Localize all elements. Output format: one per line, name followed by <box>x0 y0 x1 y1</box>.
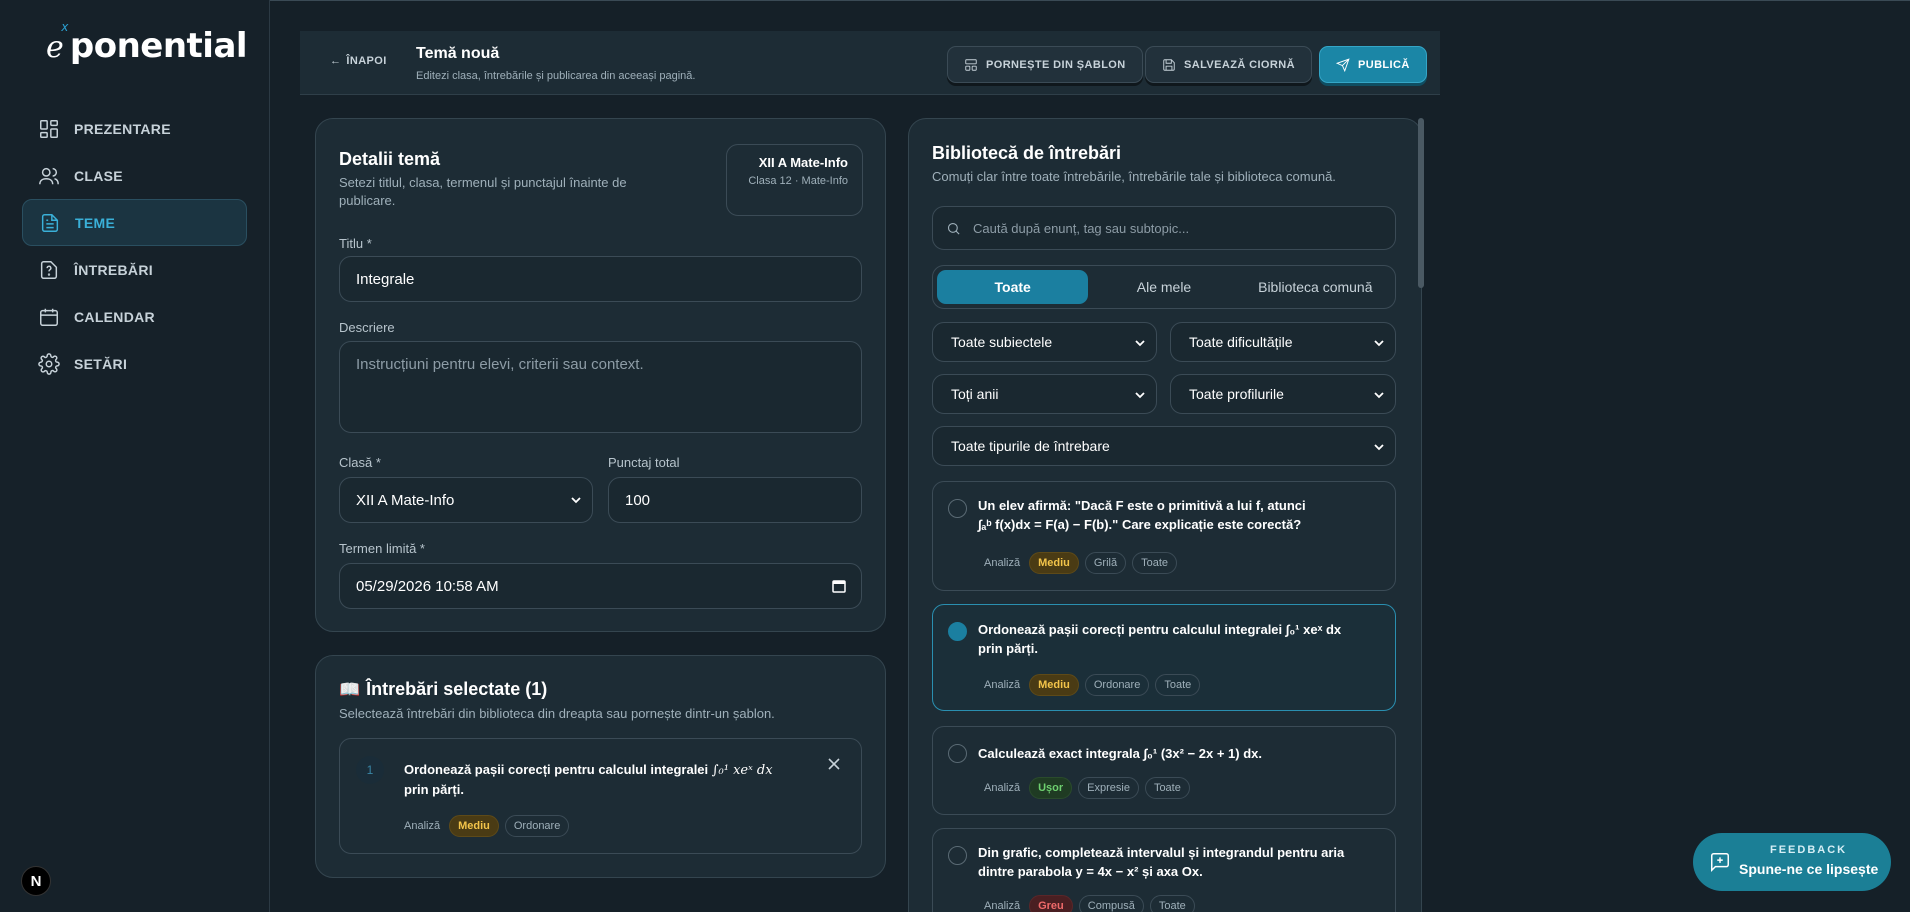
logo[interactable]: exponential <box>46 20 248 66</box>
selected-subtitle: Selectează întrebări din biblioteca din … <box>339 706 775 721</box>
question-tags: Analiză Ușor Expresie Toate <box>978 777 1190 799</box>
calendar-icon <box>40 308 58 326</box>
chevron-down-icon <box>1374 444 1384 451</box>
document-icon <box>41 213 59 232</box>
publish-button[interactable]: PUBLICĂ <box>1319 46 1427 83</box>
question-tags: Analiză Greu Compusă Toate <box>978 895 1195 912</box>
send-icon <box>1336 57 1350 72</box>
points-input[interactable]: 100 <box>608 477 862 523</box>
back-button[interactable]: ← ÎNAPOI <box>330 55 387 67</box>
select-radio[interactable] <box>948 846 967 865</box>
class-select[interactable]: XII A Mate-Info <box>339 477 593 523</box>
selected-questions-card: 📖 Întrebări selectate (1) Selectează înt… <box>315 655 886 878</box>
selected-question-item[interactable]: 1 Ordonează pașii corecți pentru calculu… <box>339 738 862 854</box>
question-text: Calculează exact integrala ∫₀¹ (3x² − 2x… <box>978 746 1262 761</box>
chevron-down-icon <box>1374 392 1384 399</box>
deadline-label: Termen limită * <box>339 541 425 556</box>
page-title: Temă nouă <box>416 45 500 62</box>
tab-toate[interactable]: Toate <box>937 270 1089 304</box>
profile-filter[interactable]: Toate profilurile <box>1170 374 1396 414</box>
library-search-input[interactable]: Caută după enunț, tag sau subtopic... <box>932 206 1396 250</box>
page-header: ← ÎNAPOI Temă nouă Editezi clasa, întreb… <box>300 31 1440 95</box>
calendar-icon[interactable] <box>831 578 847 594</box>
details-subtitle: Setezi titlul, clasa, termenul și puncta… <box>339 175 627 208</box>
question-type-filter[interactable]: Toate tipurile de întrebare <box>932 426 1396 466</box>
tab-biblioteca-comuna[interactable]: Biblioteca comună <box>1240 270 1391 304</box>
save-icon <box>1163 58 1175 71</box>
select-radio[interactable] <box>948 744 967 763</box>
question-text: Din grafic, completează intervalul și in… <box>978 845 1345 879</box>
sidebar-item-calendar[interactable]: CALENDAR <box>22 293 247 340</box>
top-border <box>0 0 1910 1</box>
subject-filter[interactable]: Toate subiectele <box>932 322 1157 362</box>
chevron-down-icon <box>571 497 581 504</box>
next-dev-badge[interactable]: N <box>21 866 51 896</box>
description-label: Descriere <box>339 320 395 335</box>
question-text: Ordonează pașii corecți pentru calculul … <box>978 622 1342 656</box>
select-radio[interactable] <box>948 499 967 518</box>
library-title: Bibliotecă de întrebări <box>932 143 1122 163</box>
selected-title: 📖 Întrebări selectate (1) <box>339 679 548 699</box>
chevron-down-icon <box>1135 340 1145 347</box>
library-question-item-selected[interactable]: Ordonează pașii corecți pentru calculul … <box>932 604 1396 711</box>
dashboard-icon <box>40 119 58 138</box>
difficulty-filter[interactable]: Toate dificultățile <box>1170 322 1396 362</box>
title-input[interactable]: Integrale <box>339 256 862 302</box>
feedback-button[interactable]: FEEDBACK Spune-ne ce lipsește <box>1693 833 1891 891</box>
sidebar-nav: PREZENTARE CLASE TEME ÎNTREBĂRI CALENDAR… <box>22 105 247 387</box>
library-question-item[interactable]: Din grafic, completează intervalul și in… <box>932 828 1396 912</box>
tab-ale-mele[interactable]: Ale mele <box>1088 270 1239 304</box>
gear-icon <box>38 352 60 375</box>
sidebar-item-intrebari[interactable]: ÎNTREBĂRI <box>22 246 247 293</box>
library-tabs: Toate Ale mele Biblioteca comună <box>932 265 1396 309</box>
chevron-down-icon <box>1135 392 1145 399</box>
chevron-down-icon <box>1374 340 1384 347</box>
library-subtitle: Comuți clar între toate întrebările, înt… <box>932 169 1336 184</box>
start-from-template-button[interactable]: PORNEȘTE DIN ȘABLON <box>947 46 1143 83</box>
class-label: Clasă * <box>339 455 381 470</box>
question-tags: Analiză Mediu Grilă Toate <box>978 552 1178 574</box>
assignment-details-card: Detalii temă Setezi titlul, clasa, terme… <box>315 118 886 632</box>
details-title: Detalii temă <box>339 149 441 169</box>
sidebar-item-teme[interactable]: TEME <box>22 199 247 246</box>
save-draft-button[interactable]: SALVEAZĂ CIORNĂ <box>1145 46 1312 83</box>
page-subtitle: Editezi clasa, întrebările și publicarea… <box>416 70 696 82</box>
template-icon <box>965 58 977 71</box>
select-radio[interactable] <box>948 622 967 641</box>
sidebar: exponential PREZENTARE CLASE TEME ÎNTREB… <box>0 0 270 912</box>
search-icon <box>947 222 960 235</box>
question-tags: Analiză Mediu Ordonare Toate <box>978 674 1201 696</box>
book-icon: 📖 <box>339 679 361 699</box>
question-text: Un elev afirmă: "Dacă F este o primitivă… <box>978 498 1306 532</box>
remove-question-icon[interactable] <box>827 757 841 771</box>
deadline-input[interactable]: 05/29/2026 10:58 AM <box>339 563 862 609</box>
library-question-item[interactable]: Un elev afirmă: "Dacă F este o primitivă… <box>932 481 1396 591</box>
message-plus-icon <box>1711 853 1729 873</box>
title-label: Titlu * <box>339 236 372 251</box>
class-chip: XII A Mate-Info Clasa 12 · Mate-Info <box>726 144 863 216</box>
question-tags: Analiză Mediu Ordonare <box>398 815 570 837</box>
points-label: Punctaj total <box>608 455 680 470</box>
sidebar-item-clase[interactable]: CLASE <box>22 152 247 199</box>
question-icon <box>40 260 58 279</box>
library-scrollbar[interactable] <box>1418 118 1424 288</box>
question-number: 1 <box>356 756 384 784</box>
question-text: Ordonează pașii corecți pentru calculul … <box>404 762 773 797</box>
users-icon <box>39 167 59 184</box>
arrow-left-icon: ← <box>330 55 342 67</box>
year-filter[interactable]: Toți anii <box>932 374 1157 414</box>
question-library-card: Bibliotecă de întrebări Comuți clar într… <box>908 118 1422 912</box>
sidebar-item-prezentare[interactable]: PREZENTARE <box>22 105 247 152</box>
library-question-item[interactable]: Calculează exact integrala ∫₀¹ (3x² − 2x… <box>932 726 1396 815</box>
sidebar-item-setari[interactable]: SETĂRI <box>22 340 247 387</box>
description-textarea[interactable]: Instrucțiuni pentru elevi, criterii sau … <box>339 341 862 433</box>
